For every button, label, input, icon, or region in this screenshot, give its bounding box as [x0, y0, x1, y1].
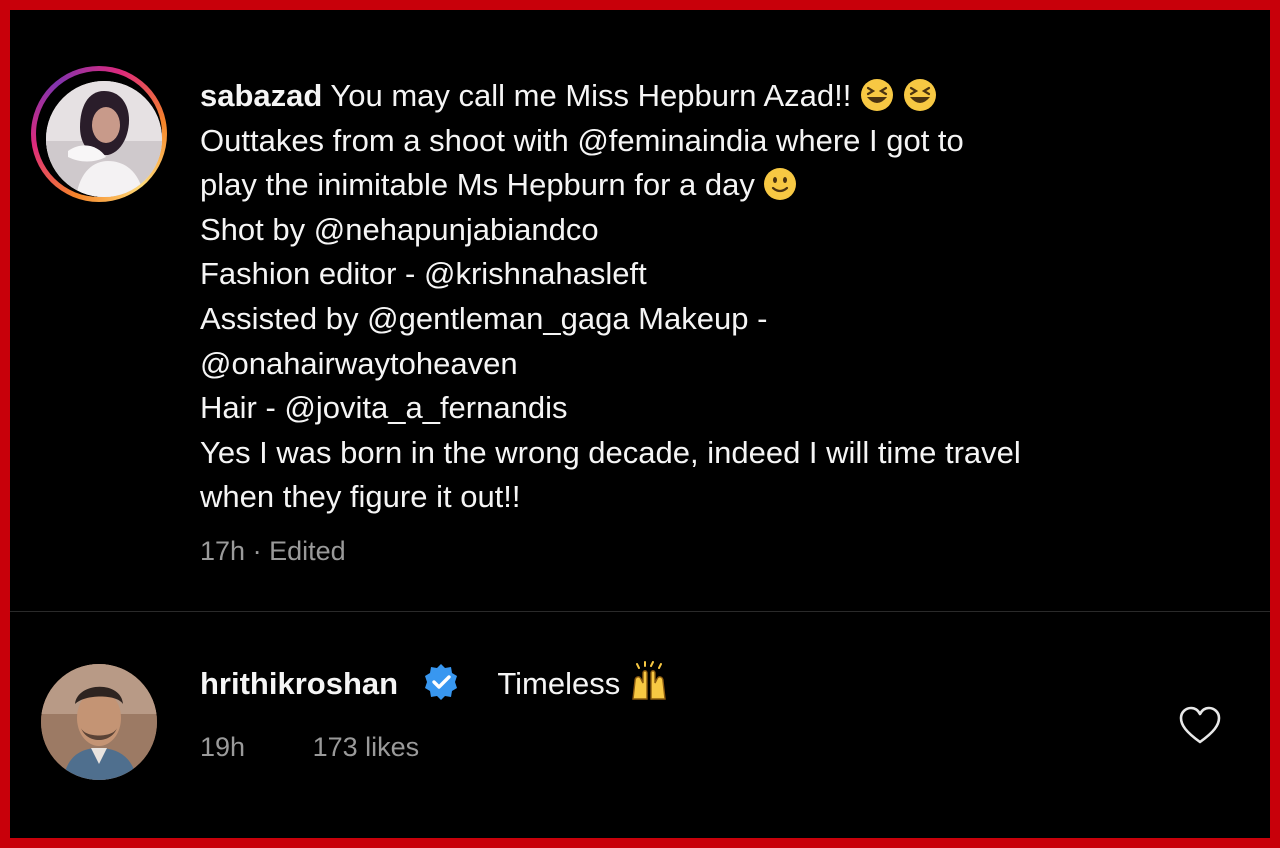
caption-line: Yes I was born in the wrong decade, inde…	[200, 434, 1021, 470]
raising-hands-icon	[632, 661, 666, 700]
heart-outline-icon[interactable]	[1178, 704, 1222, 748]
comment-username[interactable]: hrithikroshan	[200, 666, 398, 701]
caption-line: You may call me Miss Hepburn Azad!!	[330, 78, 852, 113]
likes-count[interactable]: 173 likes	[313, 732, 420, 763]
comment-timestamp[interactable]: 19h	[200, 732, 245, 763]
commenter-avatar[interactable]	[41, 664, 157, 780]
caption-line: Assisted by @gentleman_gaga Makeup -	[200, 300, 768, 336]
comment-text: Timeless	[497, 666, 621, 701]
comment-meta: 19h 173 likes	[200, 732, 419, 763]
comment: hrithikroshan Timeless 19h 173 likes	[10, 612, 1270, 838]
edited-label: Edited	[269, 536, 346, 566]
caption-line: @onahairwaytoheaven	[200, 345, 518, 381]
caption-timestamp[interactable]: 17h	[200, 536, 245, 566]
grinning-squinting-face-icon	[903, 78, 936, 111]
comment-line: hrithikroshan Timeless	[200, 661, 669, 704]
caption-meta: 17h · Edited	[200, 536, 346, 567]
meta-separator: ·	[252, 536, 262, 566]
caption-line: Fashion editor - @krishnahasleft	[200, 256, 647, 292]
story-ring[interactable]	[31, 66, 167, 202]
grinning-squinting-face-icon	[860, 78, 893, 111]
verified-badge-icon	[424, 664, 457, 700]
caption-text: sabazad You may call me Miss Hepburn Aza…	[200, 74, 1200, 520]
instagram-comments-panel: sabazad You may call me Miss Hepburn Aza…	[10, 10, 1270, 838]
post-caption: sabazad You may call me Miss Hepburn Aza…	[10, 10, 1270, 612]
caption-line: play the inimitable Ms Hepburn for a day	[200, 167, 755, 203]
avatar[interactable]	[46, 81, 162, 197]
profile-photo-icon	[46, 81, 162, 197]
caption-line: when they figure it out!!	[200, 479, 521, 515]
slightly-smiling-face-icon	[764, 168, 797, 200]
caption-line: Outtakes from a shoot with @feminaindia …	[200, 122, 964, 158]
caption-line: Shot by @nehapunjabiandco	[200, 211, 599, 247]
profile-photo-icon	[41, 664, 157, 780]
caption-username[interactable]: sabazad	[200, 78, 322, 113]
caption-line: Hair - @jovita_a_fernandis	[200, 390, 568, 426]
